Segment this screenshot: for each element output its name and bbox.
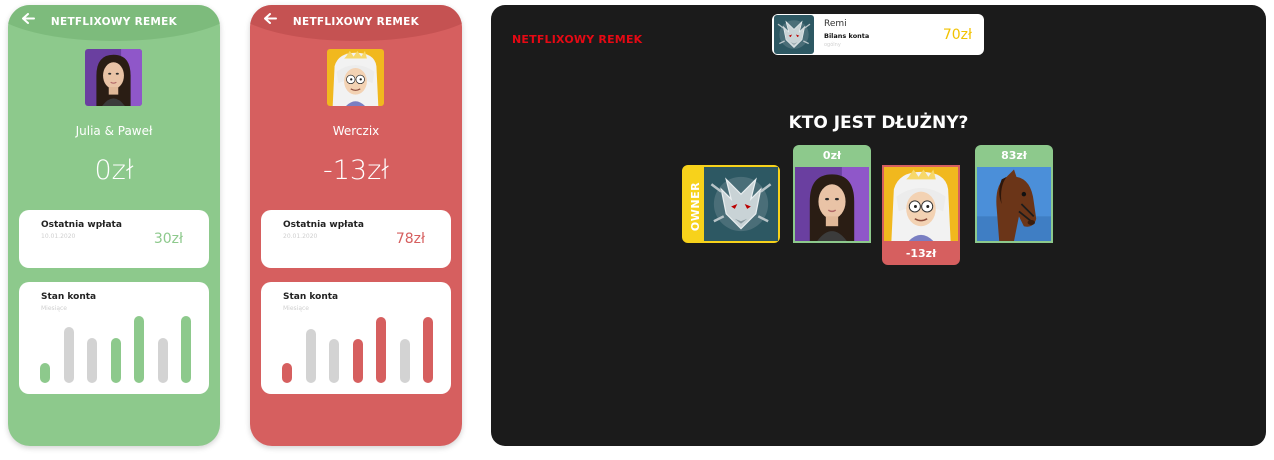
- avatar: [327, 49, 384, 106]
- app-title: NETFLIXOWY REMEK: [50, 16, 178, 28]
- avatar: [774, 15, 814, 54]
- user-name: Julia & Paweł: [75, 124, 153, 138]
- account-bar: [110, 338, 121, 383]
- balance-badge: -13zł: [905, 247, 937, 260]
- account-bar: [423, 317, 433, 383]
- avatar: [977, 167, 1051, 241]
- account-bar: [329, 339, 339, 383]
- balance-value: -13zł: [323, 155, 389, 186]
- owner-badge: OWNER: [689, 181, 703, 231]
- balance-label: Bilans konta: [824, 32, 870, 40]
- account-bar-chart: [282, 311, 433, 383]
- last-payment-title: Ostatnia wpłata: [41, 220, 122, 230]
- last-payment-card[interactable]: Ostatnia wpłata 20.01.2020 78zł: [261, 210, 451, 268]
- wolf-medallion-avatar: [704, 167, 778, 241]
- account-bar: [399, 339, 410, 383]
- last-payment-date: 20.01.2020: [283, 233, 318, 240]
- app-title: NETFLIXOWY REMEK: [292, 16, 420, 28]
- last-payment-title: Ostatnia wpłata: [283, 220, 364, 230]
- balance-badge: 0zł: [822, 149, 842, 162]
- balance-hint: ogólny: [824, 42, 841, 48]
- last-payment-date: 10.01.2020: [41, 233, 76, 240]
- member-tile-horse[interactable]: 83zł: [975, 145, 1053, 243]
- account-status-card[interactable]: Stan konta Miesiące: [261, 282, 451, 394]
- debtor-question-heading: KTO JEST DŁUŻNY?: [788, 113, 969, 133]
- account-bar: [134, 316, 144, 383]
- account-bar: [87, 338, 97, 383]
- member-tile-werczix[interactable]: -13zł: [882, 165, 960, 265]
- account-bar-chart: [40, 311, 191, 383]
- account-status-title: Stan konta: [283, 292, 339, 302]
- tv-screen: NETFLIXOWY REMEK Remi Bilans konta ogóln…: [491, 5, 1266, 446]
- account-bar: [352, 339, 363, 383]
- member-tile-julia[interactable]: 0zł: [793, 145, 871, 243]
- account-bar: [282, 363, 292, 383]
- last-payment-amount: 78zł: [395, 231, 425, 247]
- brand-logo: NETFLIXOWY REMEK: [512, 33, 643, 46]
- account-bar: [63, 327, 74, 383]
- user-balance-card[interactable]: Remi Bilans konta ogólny 70zł: [772, 14, 984, 55]
- balance-badge: 83zł: [1001, 149, 1027, 162]
- account-status-title: Stan konta: [41, 292, 97, 302]
- account-bar: [376, 317, 386, 383]
- last-payment-card[interactable]: Ostatnia wpłata 10.01.2020 30zł: [19, 210, 209, 268]
- account-bar: [40, 363, 50, 383]
- avatar: [85, 49, 142, 106]
- account-status-card[interactable]: Stan konta Miesiące: [19, 282, 209, 394]
- balance-amount: 70zł: [942, 27, 972, 43]
- member-tile-owner[interactable]: OWNER: [682, 165, 780, 243]
- phone-screen-werczix: NETFLIXOWY REMEK Werczix -13zł Ostatnia …: [250, 5, 462, 446]
- account-bar: [305, 329, 316, 383]
- phone-screen-julia: NETFLIXOWY REMEK Julia & Paweł 0zł Ostat…: [8, 5, 220, 446]
- avatar: [795, 167, 869, 241]
- user-name: Remi: [824, 19, 847, 29]
- account-bar: [181, 316, 191, 383]
- account-bar: [157, 338, 168, 383]
- avatar: [884, 167, 958, 241]
- balance-value: 0zł: [94, 155, 134, 186]
- user-name: Werczix: [332, 124, 380, 138]
- last-payment-amount: 30zł: [153, 231, 183, 247]
